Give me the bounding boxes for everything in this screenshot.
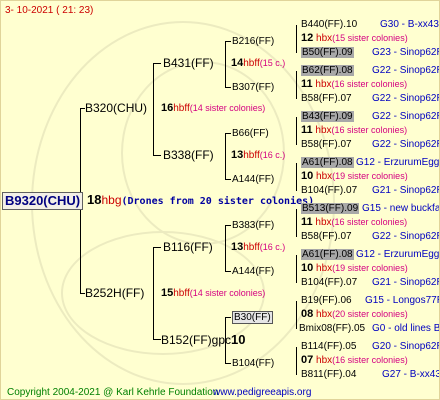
gen2-info: 14hbff(15 c.) <box>231 57 286 69</box>
gen4-sire: A61(FF).08 <box>301 157 354 168</box>
gen4-sire: B43(FF).09 <box>301 111 354 122</box>
gen4-info: 11 hbx(16 sister colonies) <box>301 78 408 90</box>
gen4-link[interactable]: G15 - Longos77R <box>365 294 439 307</box>
gen2-info: 13hbff(16 c.) <box>231 241 286 253</box>
gen4-link[interactable]: G23 - Sinop62R <box>372 46 439 59</box>
gen4-link[interactable]: G21 - Sinop62R <box>372 184 439 197</box>
gen3-name[interactable]: B66(FF) <box>232 127 269 140</box>
gen3-name[interactable]: B307(FF) <box>232 81 274 94</box>
website-link[interactable]: www.pedigreeapis.org <box>213 386 311 399</box>
gen4-sire: B62(FF).08 <box>301 65 354 76</box>
gen4-dam: B50(FF).09 <box>301 47 354 58</box>
gen4-dam: B104(FF).07 <box>301 185 358 196</box>
header-text: 3- 10-2021 ( 21: 23) <box>5 5 94 16</box>
gen1-info: 16hbff(14 sister colonies) <box>161 102 266 114</box>
gen2-info: 13hbff(16 c.) <box>231 149 286 161</box>
gen1-info: 15hbff(14 sister colonies) <box>161 287 266 299</box>
gen4-sire[interactable]: B114(FF).05 <box>301 340 356 353</box>
gen4-link[interactable]: G27 - B-xx43 <box>382 368 439 381</box>
gen3-name[interactable]: B216(FF) <box>232 35 274 48</box>
gen4-dam: Bmix08(FF).05 <box>299 323 366 334</box>
gen2-name[interactable]: B338(FF) <box>163 148 214 163</box>
gen4-sire: A61(FF).08 <box>301 249 354 260</box>
gen4-link[interactable]: G22 - Sinop62R <box>372 230 439 243</box>
root-info: 18hbg(Drones from 20 sister colonies) <box>87 192 315 207</box>
gen3-name[interactable]: B383(FF) <box>232 219 274 232</box>
gen4-link[interactable]: G22 - Sinop62R <box>372 138 439 151</box>
gen1-name[interactable]: B252H(FF) <box>85 286 144 301</box>
gen4-link[interactable]: G0 - old lines B <box>372 322 439 335</box>
gen2-name[interactable]: B431(FF) <box>163 56 214 71</box>
gen4-link[interactable]: G30 - B-xx43 <box>380 18 439 31</box>
gen4-link[interactable]: G22 - Sinop62R <box>372 92 439 105</box>
gen4-info: 07 hbx(16 sister colonies) <box>301 354 408 366</box>
gen2-name[interactable]: B116(FF) <box>163 240 213 255</box>
gen4-link[interactable]: G20 - Sinop62R <box>372 340 439 353</box>
gen4-info: 08 hbx(20 sister colonies) <box>301 308 408 320</box>
gen4-link[interactable]: G15 - new buckfas <box>362 202 439 215</box>
gen4-sire[interactable]: B19(FF).06 <box>301 294 352 307</box>
gen2-name[interactable]: B152(FF)gpc10 <box>161 332 246 348</box>
gen4-info: 11 hbx(16 sister colonies) <box>301 216 408 228</box>
gen4-dam: B58(FF).07 <box>301 139 352 150</box>
gen4-info: 10 hbx(19 sister colonies) <box>301 170 408 182</box>
gen4-info: 10 hbx(19 sister colonies) <box>301 262 408 274</box>
copyright: Copyright 2004-2021 @ Karl Kehrle Founda… <box>7 387 219 398</box>
gen4-sire: B513(FF).09 <box>301 203 360 214</box>
gen3-name[interactable]: B104(FF) <box>232 357 274 370</box>
pedigree-frame: 3- 10-2021 ( 21: 23) B9320(CHU) 18hbg(Dr… <box>0 0 440 400</box>
gen4-dam: B58(FF).07 <box>301 231 352 242</box>
gen4-dam: B811(FF).04 <box>301 369 357 380</box>
gen4-link[interactable]: G12 - ErzurumEgg8 <box>356 156 439 169</box>
gen3-name[interactable]: A144(FF) <box>232 265 274 278</box>
gen3-name[interactable]: B30(FF) <box>232 311 273 324</box>
gen4-link[interactable]: G22 - Sinop62R <box>372 64 439 77</box>
gen4-sire[interactable]: B440(FF).10 <box>301 18 357 31</box>
gen4-dam: B104(FF).07 <box>301 277 358 288</box>
gen4-link[interactable]: G21 - Sinop62R <box>372 276 439 289</box>
gen4-dam: B58(FF).07 <box>301 93 352 104</box>
gen4-info: 12 hbx(15 sister colonies) <box>301 32 408 44</box>
root-queen-label[interactable]: B9320(CHU) <box>2 192 84 210</box>
gen4-info: 11 hbx(16 sister colonies) <box>301 124 408 136</box>
gen3-name[interactable]: A144(FF) <box>232 173 274 186</box>
gen1-name[interactable]: B320(CHU) <box>85 101 147 116</box>
gen4-link[interactable]: G12 - ErzurumEgg8 <box>356 248 439 261</box>
gen4-link[interactable]: G22 - Sinop62R <box>372 110 439 123</box>
